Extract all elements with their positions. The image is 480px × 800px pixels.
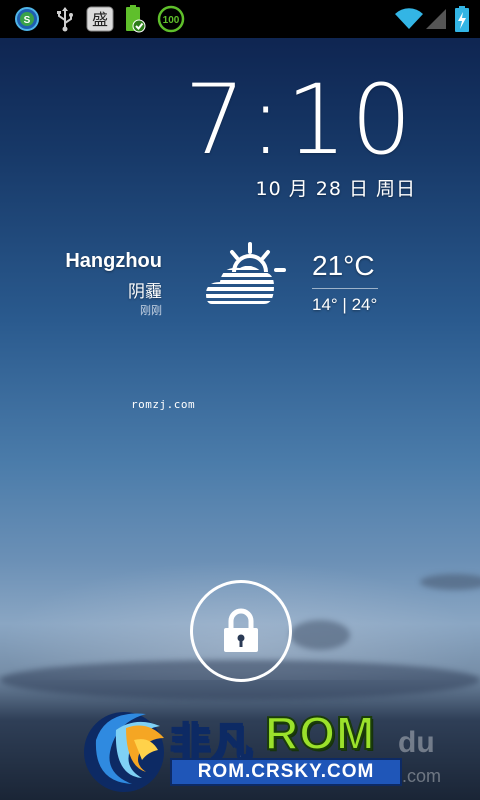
brand-name-rom: ROM [264, 706, 376, 760]
100-badge-icon: 100 [156, 5, 186, 33]
cloud-shape [290, 620, 350, 650]
app-s-icon: S [12, 5, 42, 33]
weather-updated-time: 刚刚 [140, 304, 162, 317]
usb-icon [52, 5, 78, 33]
battery-charging-icon [452, 5, 472, 33]
watermark-text: romzj.com [131, 398, 196, 411]
weather-divider [312, 288, 378, 289]
wifi-icon [394, 5, 424, 33]
brand-logo-icon [76, 700, 172, 796]
unlock-ring[interactable] [190, 580, 292, 682]
battery-charged-icon [122, 5, 148, 33]
lockscreen-clock: 7:10 [184, 64, 416, 176]
weather-condition: 阴霾 [128, 282, 162, 302]
padlock-icon [224, 608, 258, 652]
sheng-char: 盛 [92, 10, 108, 29]
sheng-app-icon: 盛 [86, 5, 114, 33]
weather-temp-range: 14° | 24° [312, 295, 378, 314]
badge-text: 100 [163, 15, 180, 26]
cloud-shape [420, 574, 480, 590]
brand-url: ROM.CRSKY.COM [170, 758, 402, 786]
faint-watermark-com: .com [402, 766, 442, 786]
partly-cloudy-haze-icon [204, 242, 290, 316]
faint-watermark-du: du [398, 726, 435, 759]
lockscreen-date: 10 月 28 日 周日 [255, 178, 416, 200]
svg-text:S: S [24, 15, 31, 26]
status-bar: S 盛 100 [0, 0, 480, 38]
weather-city: Hangzhou [65, 250, 162, 272]
weather-temperature: 21°C [312, 250, 375, 281]
signal-icon [424, 5, 448, 33]
